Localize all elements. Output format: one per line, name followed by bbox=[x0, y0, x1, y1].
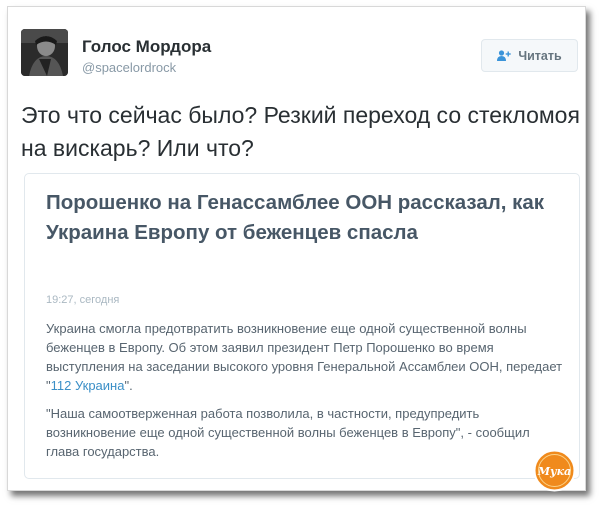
card-timestamp: 19:27, сегодня bbox=[46, 294, 120, 306]
svg-text:Мука: Мука bbox=[537, 465, 571, 478]
card-paragraph-1-end: ". bbox=[124, 378, 133, 393]
follow-button[interactable]: Читать bbox=[481, 39, 578, 72]
follow-button-label: Читать bbox=[518, 48, 562, 63]
tweet-frame: Голос Мордора @spacelordrock Читать Это … bbox=[7, 6, 586, 491]
card-title[interactable]: Порошенко на Генассамблее ООН рассказал,… bbox=[46, 188, 566, 248]
watermark-logo: Мука bbox=[533, 449, 576, 492]
author-name[interactable]: Голос Мордора bbox=[82, 37, 211, 57]
source-link[interactable]: 112 Украина bbox=[51, 378, 125, 393]
tweet-text: Это что сейчас было? Резкий переход со с… bbox=[21, 102, 580, 161]
avatar-photo bbox=[21, 29, 68, 76]
card-paragraph-1: Украина смогла предотвратить возникновен… bbox=[46, 319, 566, 395]
author-handle[interactable]: @spacelordrock bbox=[82, 60, 176, 75]
add-user-icon bbox=[497, 50, 512, 61]
card-paragraph-2: "Наша самоотверженная работа позволила, … bbox=[46, 406, 530, 459]
avatar[interactable] bbox=[21, 29, 68, 76]
link-card[interactable]: Порошенко на Генассамблее ООН рассказал,… bbox=[24, 173, 580, 479]
